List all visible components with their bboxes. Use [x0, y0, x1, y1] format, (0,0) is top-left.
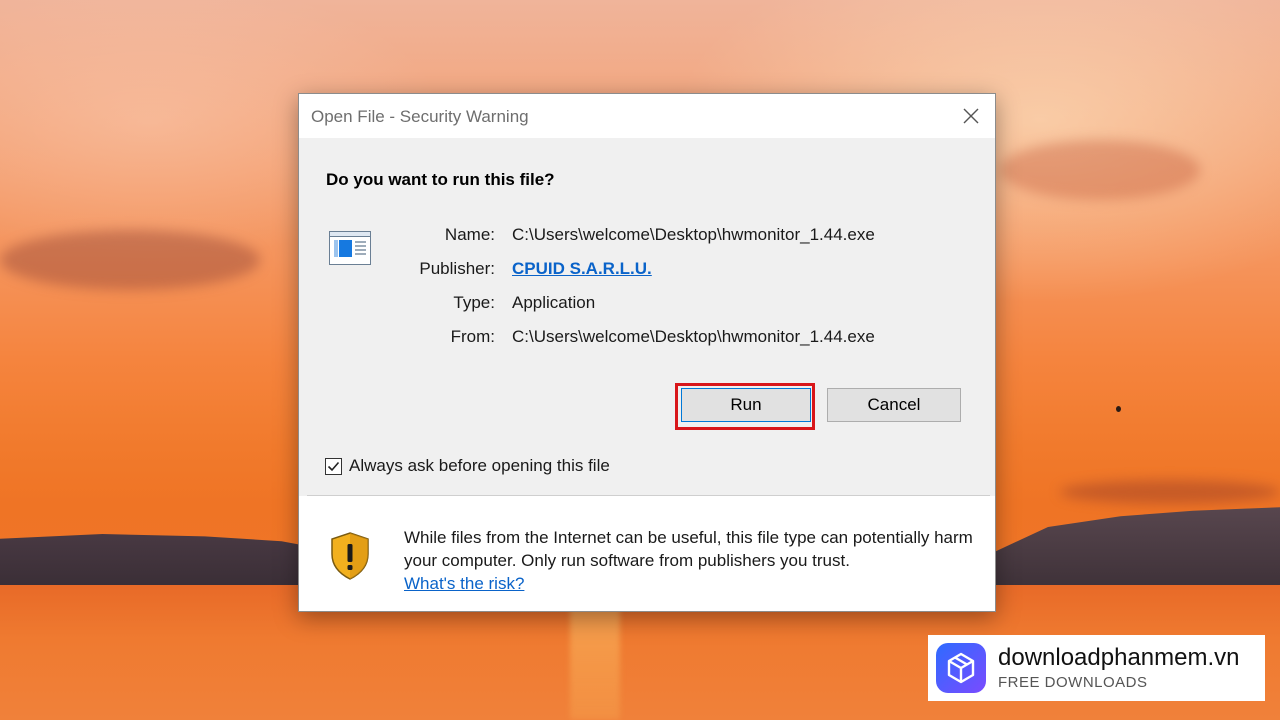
whats-the-risk-link[interactable]: What's the risk? — [404, 574, 524, 593]
always-ask-checkbox[interactable] — [325, 458, 342, 475]
type-row: Type: Application — [399, 293, 979, 317]
security-warning-dialog: Open File - Security Warning Do you want… — [298, 93, 996, 612]
close-icon — [963, 108, 979, 124]
publisher-label: Publisher: — [419, 259, 495, 278]
name-value: C:\Users\welcome\Desktop\hwmonitor_1.44.… — [512, 225, 875, 244]
title-bar: Open File - Security Warning — [299, 94, 995, 138]
window-title: Open File - Security Warning — [311, 107, 529, 126]
warning-footer: While files from the Internet can be use… — [299, 496, 995, 611]
warning-shield-icon — [330, 532, 370, 585]
publisher-link[interactable]: CPUID S.A.R.L.U. — [512, 259, 652, 279]
warning-text: While files from the Internet can be use… — [404, 528, 973, 570]
type-label: Type: — [453, 293, 495, 312]
cloud — [1000, 140, 1200, 200]
always-ask-label: Always ask before opening this file — [349, 456, 610, 475]
dialog-heading: Do you want to run this file? — [326, 170, 555, 189]
run-button[interactable]: Run — [681, 388, 811, 422]
cloud — [1060, 480, 1280, 504]
type-value: Application — [512, 293, 596, 312]
warning-message: While files from the Internet can be use… — [404, 526, 979, 595]
from-value: C:\Users\welcome\Desktop\hwmonitor_1.44.… — [512, 327, 875, 346]
publisher-row: Publisher: CPUID S.A.R.L.U. — [399, 259, 979, 283]
watermark-badge: downloadphanmem.vn FREE DOWNLOADS — [928, 635, 1265, 701]
watermark-logo — [936, 643, 986, 693]
file-name-row: Name: C:\Users\welcome\Desktop\hwmonitor… — [399, 225, 979, 249]
from-label: From: — [450, 327, 495, 346]
bird — [1116, 406, 1121, 412]
cloud — [0, 230, 260, 290]
name-label: Name: — [444, 225, 495, 244]
mountains — [990, 507, 1280, 590]
watermark-site-name: downloadphanmem.vn — [998, 644, 1240, 671]
cancel-button[interactable]: Cancel — [827, 388, 961, 422]
from-row: From: C:\Users\welcome\Desktop\hwmonitor… — [399, 327, 979, 351]
check-icon — [327, 461, 340, 472]
cube-logo-icon — [947, 652, 975, 684]
close-button[interactable] — [955, 100, 987, 132]
watermark-subtitle: FREE DOWNLOADS — [998, 674, 1148, 691]
application-file-icon — [329, 231, 371, 270]
